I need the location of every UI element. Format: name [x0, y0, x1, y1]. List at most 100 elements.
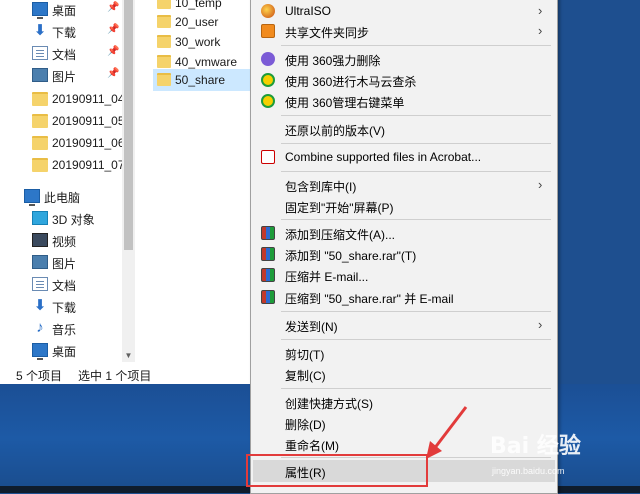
- menu-item-restore-versions[interactable]: 还原以前的版本(V): [253, 119, 555, 139]
- menu-item-create-shortcut[interactable]: 创建快捷方式(S): [253, 392, 555, 412]
- menu-item-label: 共享文件夹同步: [285, 26, 370, 40]
- menu-item-include-library[interactable]: 包含到库中(I) ›: [253, 175, 555, 195]
- nav-label: 音乐: [52, 323, 77, 337]
- selection-count: 选中 1 个项目: [78, 369, 152, 383]
- scroll-down-icon[interactable]: ▼: [122, 351, 135, 360]
- menu-item-label: 发送到(N): [285, 320, 338, 334]
- file-item[interactable]: 20_user: [153, 11, 253, 33]
- nav-item-folder[interactable]: 20190911_05: [0, 110, 122, 132]
- document-icon: [32, 277, 48, 291]
- nav-scrollbar[interactable]: ▼: [122, 0, 135, 362]
- submenu-arrow-icon: ›: [538, 177, 543, 192]
- file-label: 40_vmware: [175, 55, 238, 69]
- nav-item-downloads[interactable]: ⬇ 下载: [0, 295, 122, 317]
- menu-item-copy[interactable]: 复制(C): [253, 364, 555, 384]
- nav-item-folder[interactable]: 20190911_07: [0, 154, 122, 176]
- navigation-pane: 桌面 📌 ⬇ 下载 📌 文档 📌 图片 📌 20190911_04 201909…: [0, 0, 122, 362]
- pin-icon: 📌: [107, 68, 120, 79]
- menu-item-label: 使用 360强力删除: [285, 54, 381, 68]
- nav-item-folder[interactable]: 20190911_04: [0, 88, 122, 110]
- nav-item-documents[interactable]: 文档: [0, 273, 122, 295]
- winrar-icon: [261, 226, 275, 240]
- menu-separator: [281, 143, 551, 144]
- menu-item-360-menu[interactable]: 使用 360管理右键菜单: [253, 91, 555, 111]
- menu-item-label: 删除(D): [285, 418, 326, 432]
- nav-label: 下载: [52, 301, 77, 315]
- nav-label: 桌面: [52, 4, 77, 18]
- video-icon: [32, 233, 48, 247]
- menu-item-360-scan[interactable]: 使用 360进行木马云查杀: [253, 70, 555, 90]
- pin-icon: 📌: [107, 46, 120, 57]
- nav-item-desktop[interactable]: 桌面 📌: [0, 0, 122, 20]
- menu-item-share-sync[interactable]: 共享文件夹同步 ›: [253, 21, 555, 41]
- folder-icon: [32, 158, 48, 172]
- nav-item-pictures[interactable]: 图片 📌: [0, 64, 122, 86]
- watermark-logo: Bai 经验: [490, 434, 581, 459]
- menu-item-pin-start[interactable]: 固定到"开始"屏幕(P): [253, 196, 555, 216]
- nav-item-documents[interactable]: 文档 📌: [0, 42, 122, 64]
- nav-item-this-pc[interactable]: 此电脑: [0, 185, 122, 207]
- watermark-url: jingyan.baidu.com: [492, 466, 565, 476]
- nav-label: 文档: [52, 48, 77, 62]
- menu-item-label: 还原以前的版本(V): [285, 124, 385, 138]
- scrollbar-thumb[interactable]: [124, 0, 133, 250]
- pin-icon: 📌: [107, 2, 120, 13]
- annotation-highlight-box: [246, 454, 428, 487]
- menu-separator: [281, 388, 551, 389]
- menu-item-send-to[interactable]: 发送到(N) ›: [253, 315, 555, 335]
- menu-item-acrobat-combine[interactable]: Combine supported files in Acrobat...: [253, 147, 555, 167]
- nav-item-pictures[interactable]: 图片: [0, 251, 122, 273]
- file-item[interactable]: 30_work: [153, 31, 253, 53]
- folder-icon: [157, 73, 171, 86]
- folder-icon: [32, 92, 48, 106]
- nav-label: 视频: [52, 235, 77, 249]
- nav-item-music[interactable]: ♪ 音乐: [0, 317, 122, 339]
- desktop-icon: [32, 343, 48, 360]
- file-label: 20_user: [175, 15, 219, 29]
- download-icon: ⬇: [33, 297, 47, 314]
- menu-item-label: 添加到压缩文件(A)...: [285, 228, 395, 242]
- menu-separator: [281, 219, 551, 220]
- menu-item-360-delete[interactable]: 使用 360强力删除: [253, 49, 555, 69]
- share-sync-icon: [261, 24, 275, 38]
- menu-item-compress-email[interactable]: 压缩并 E-mail...: [253, 265, 555, 285]
- menu-item-label: 剪切(T): [285, 348, 325, 362]
- menu-item-label: 创建快捷方式(S): [285, 397, 373, 411]
- nav-item-3d-objects[interactable]: 3D 对象: [0, 207, 122, 229]
- menu-item-label: 添加到 "50_share.rar"(T): [285, 249, 417, 263]
- menu-item-label: Combine supported files in Acrobat...: [285, 150, 482, 164]
- nav-label: 文档: [52, 279, 77, 293]
- menu-separator: [281, 311, 551, 312]
- desktop-icon: [32, 2, 48, 19]
- menu-item-ultraiso[interactable]: UltraISO ›: [253, 1, 555, 21]
- nav-label: 图片: [52, 257, 77, 271]
- winrar-icon: [261, 247, 275, 261]
- 360-delete-icon: [261, 52, 275, 66]
- folder-icon: [157, 0, 171, 9]
- menu-separator: [281, 115, 551, 116]
- nav-item-folder[interactable]: 20190911_06: [0, 132, 122, 154]
- baidu-watermark: Bai 经验 jingyan.baidu.com: [482, 428, 632, 478]
- submenu-arrow-icon: ›: [538, 3, 543, 18]
- 360-scan-icon: [261, 73, 275, 87]
- menu-item-label: 固定到"开始"屏幕(P): [285, 201, 394, 215]
- menu-item-cut[interactable]: 剪切(T): [253, 343, 555, 363]
- file-item-selected[interactable]: 50_share: [153, 69, 253, 91]
- menu-item-add-rar[interactable]: 添加到 "50_share.rar"(T): [253, 244, 555, 264]
- menu-item-compress-rar-email[interactable]: 压缩到 "50_share.rar" 并 E-mail: [253, 287, 555, 307]
- file-label: 50_share: [175, 73, 226, 87]
- nav-label: 20190911_04: [52, 92, 122, 106]
- nav-item-desktop[interactable]: 桌面: [0, 339, 122, 361]
- item-count: 5 个项目: [16, 369, 63, 383]
- music-icon: ♪: [36, 319, 44, 336]
- 3d-objects-icon: [32, 211, 48, 225]
- nav-item-downloads[interactable]: ⬇ 下载 📌: [0, 20, 122, 42]
- menu-item-label: 复制(C): [285, 369, 326, 383]
- pin-icon: 📌: [107, 24, 120, 35]
- nav-label: 桌面: [52, 345, 77, 359]
- menu-separator: [281, 171, 551, 172]
- menu-item-add-archive[interactable]: 添加到压缩文件(A)...: [253, 223, 555, 243]
- nav-item-videos[interactable]: 视频: [0, 229, 122, 251]
- menu-separator: [281, 45, 551, 46]
- folder-icon: [157, 15, 171, 28]
